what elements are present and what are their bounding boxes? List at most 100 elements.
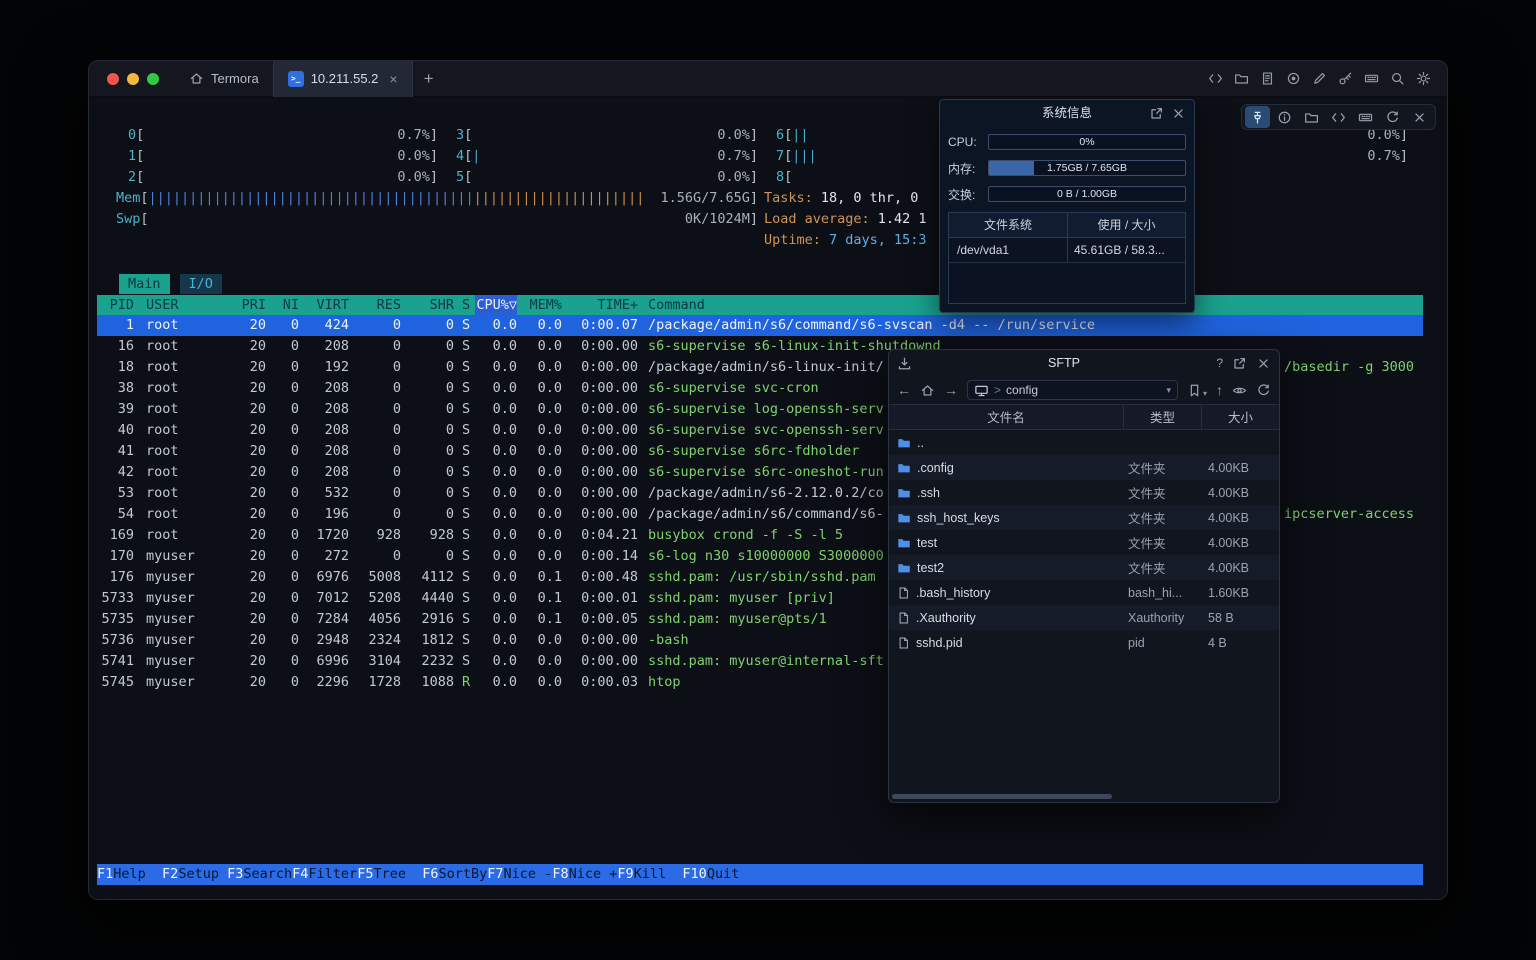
fkey-f4[interactable]: F4 [292,864,308,885]
fkey-label[interactable]: Kill [634,864,683,885]
file-row-..[interactable]: .. [889,430,1279,455]
fkey-label[interactable]: Nice + [569,864,618,885]
fkey-f9[interactable]: F9 [617,864,633,885]
bookmark-icon[interactable]: ▾ [1187,383,1207,398]
home-icon[interactable] [920,383,935,398]
minimize-window-button[interactable] [127,73,139,85]
upload-icon[interactable]: ↑ [1216,382,1223,398]
close-icon[interactable] [1256,356,1271,371]
fkey-f3[interactable]: F3 [227,864,243,885]
close-window-button[interactable] [107,73,119,85]
fkey-f1[interactable]: F1 [97,864,113,885]
column-cpu[interactable]: CPU%▽ [475,295,517,315]
fkey-f8[interactable]: F8 [552,864,568,885]
search-icon[interactable] [1390,71,1405,86]
fkey-label[interactable]: Quit [707,864,756,885]
column-ni[interactable]: NI [271,295,299,315]
file-row-.bash_history[interactable]: .bash_historybash_hi...1.60KB [889,580,1279,605]
show-hidden-icon[interactable] [1232,383,1247,398]
column-user[interactable]: USER [146,295,216,315]
path-breadcrumb[interactable]: > config ▾ [967,380,1178,400]
code-icon[interactable] [1326,106,1351,128]
new-tab-button[interactable]: + [413,69,445,89]
column-size[interactable]: 大小 [1202,405,1279,429]
record-icon[interactable] [1286,71,1301,86]
help-icon[interactable]: ? [1216,356,1223,370]
pin-icon[interactable] [1245,106,1270,128]
fkey-f7[interactable]: F7 [487,864,503,885]
cell-shr: 0 [405,315,454,336]
forward-icon[interactable]: → [944,382,958,398]
cell-ni: 0 [271,483,299,504]
keyboard-icon[interactable] [1353,106,1378,128]
zoom-window-button[interactable] [147,73,159,85]
horizontal-scrollbar[interactable] [892,794,1112,799]
column-type[interactable]: 类型 [1124,405,1202,429]
column-res[interactable]: RES [353,295,401,315]
key-icon[interactable] [1338,71,1353,86]
cell-mem: 0.0 [521,546,562,567]
fkey-label[interactable]: Help [113,864,162,885]
column-pri[interactable]: PRI [228,295,266,315]
back-icon[interactable]: ← [897,382,911,398]
file-row-.config[interactable]: .config文件夹4.00KB [889,455,1279,480]
close-icon[interactable]: × [389,71,397,87]
folder-icon[interactable] [1234,71,1249,86]
column-time[interactable]: TIME+ [566,295,638,315]
fkey-f6[interactable]: F6 [422,864,438,885]
file-row-test[interactable]: test文件夹4.00KB [889,530,1279,555]
close-icon[interactable] [1171,106,1186,121]
chevron-down-icon[interactable]: ▾ [1166,385,1171,396]
file-row-.ssh[interactable]: .ssh文件夹4.00KB [889,480,1279,505]
cell-pid: 53 [97,483,134,504]
fkey-label[interactable]: Search [243,864,292,885]
column-virt[interactable]: VIRT [303,295,349,315]
file-type: Xauthority [1124,611,1202,625]
refresh-icon[interactable] [1256,383,1271,398]
cpu-label: CPU: [948,135,982,149]
fkey-f10[interactable]: F10 [682,864,706,885]
fkey-f5[interactable]: F5 [357,864,373,885]
column-s[interactable]: S [462,295,476,315]
cell-pid: 5733 [97,588,134,609]
cell-user: myuser [146,630,216,651]
tab-session-10-211-55-2[interactable]: >_ 10.211.55.2 × [273,61,413,97]
close-icon[interactable] [1407,106,1432,128]
refresh-icon[interactable] [1380,106,1405,128]
settings-icon[interactable] [1416,71,1431,86]
htop-tab-main[interactable]: Main [119,274,170,294]
fkey-label[interactable]: Tree [373,864,422,885]
tab-termora[interactable]: Termora [175,61,273,97]
column-pid[interactable]: PID [97,295,134,315]
open-in-window-icon[interactable] [1149,106,1164,121]
cell-pid: 5741 [97,651,134,672]
file-table-header[interactable]: 文件名 类型 大小 [889,404,1279,430]
file-row-ssh_host_keys[interactable]: ssh_host_keys文件夹4.00KB [889,505,1279,530]
code-icon[interactable] [1208,71,1223,86]
fkey-label[interactable]: SortBy [439,864,488,885]
fkey-f2[interactable]: F2 [162,864,178,885]
download-icon[interactable] [897,356,923,371]
edit-icon[interactable] [1312,71,1327,86]
file-name: .ssh [917,486,940,500]
filesystem-row[interactable]: /dev/vda1 45.61GB / 58.3... [949,238,1185,263]
folder-icon[interactable] [1299,106,1324,128]
fkey-label[interactable]: Filter [308,864,357,885]
cell-res: 5208 [353,588,401,609]
log-icon[interactable] [1260,71,1275,86]
cell-pri: 20 [228,588,266,609]
file-row-test2[interactable]: test2文件夹4.00KB [889,555,1279,580]
process-row-1[interactable]: 1root20042400S0.00.00:00.07/package/admi… [97,315,1423,336]
file-row-.Xauthority[interactable]: .XauthorityXauthority58 B [889,605,1279,630]
fkey-label[interactable]: Nice - [504,864,553,885]
fkey-label[interactable]: Setup [178,864,227,885]
htop-tab-i-o[interactable]: I/O [180,274,222,294]
open-in-window-icon[interactable] [1232,356,1247,371]
column-shr[interactable]: SHR [405,295,454,315]
keyboard-icon[interactable] [1364,71,1379,86]
column-mem[interactable]: MEM% [521,295,562,315]
column-filename[interactable]: 文件名 [889,405,1124,429]
file-row-sshd.pid[interactable]: sshd.pidpid4 B [889,630,1279,655]
cell-pri: 20 [228,357,266,378]
info-icon[interactable] [1272,106,1297,128]
